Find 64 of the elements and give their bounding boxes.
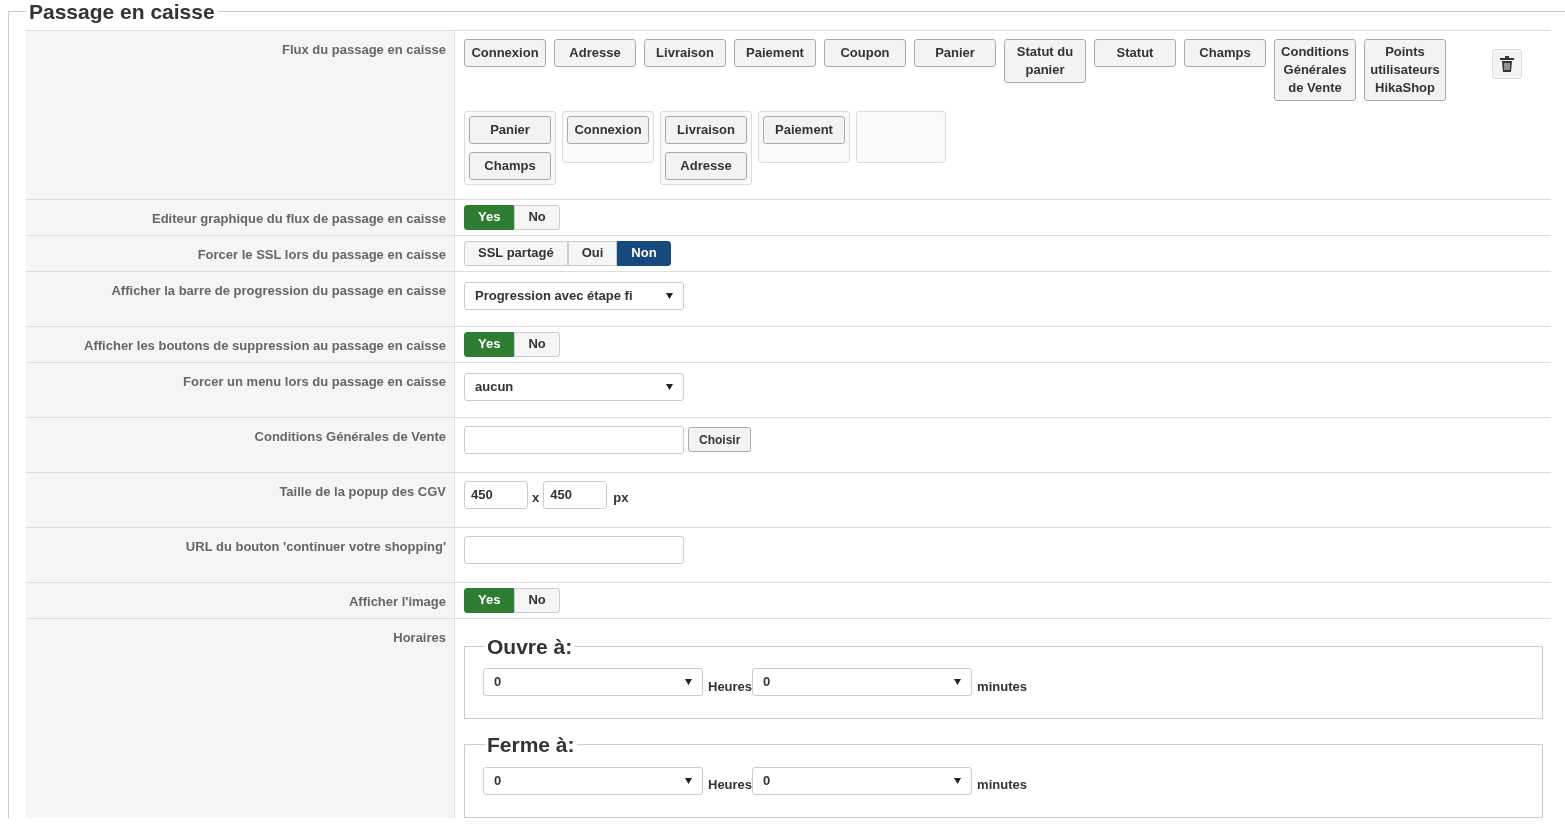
dropdown[interactable]: aucun [464,372,684,401]
caret-icon [685,679,692,685]
caret-icon [954,777,962,784]
flow-step-button[interactable]: Statut [1094,38,1176,67]
caret-icon [685,777,692,784]
fieldset-title: Ouvre à: [486,633,574,660]
setting-label: Taille de la popup des CGV [279,482,446,501]
dropdown[interactable]: 0 [752,668,973,696]
caret-icon [666,383,673,390]
height-field[interactable]: 450 [543,480,608,509]
input-field[interactable] [464,425,684,454]
hours-label: Heures [708,677,753,696]
toggle-option[interactable]: Non [617,240,671,266]
flow-step-button[interactable]: Panier [914,38,996,67]
flow-step-button[interactable]: Adresse [554,38,636,67]
setting-label: Afficher l'image [349,592,446,611]
flow-step-button[interactable]: Coupon [824,38,906,67]
flow-step-button[interactable]: Champs [469,151,551,180]
trash-icon[interactable] [1492,48,1522,79]
unit-text: px [613,488,629,507]
setting-label: Editeur graphique du flux de passage en caisse [151,209,446,228]
caret-icon [954,679,962,685]
toggle-option[interactable]: No [514,587,560,613]
toggle-option[interactable]: Yes [464,587,515,613]
width-field[interactable]: 450 [464,480,528,509]
setting-label: Flux du passage en caisse [281,40,446,59]
setting-label: Afficher les boutons de suppression au passage en caisse [84,336,446,355]
flow-step-button[interactable]: Points utilisateurs HikaShop [1364,38,1446,101]
flow-step-button[interactable]: Adresse [665,151,747,180]
caret-icon [666,292,673,299]
flow-step-button[interactable]: Paiement [763,115,845,144]
setting-label: Forcer le SSL lors du passage en caisse [197,245,446,264]
dropdown[interactable]: 0 [483,766,703,795]
hours-label: Heures [708,776,753,794]
setting-label: Forcer un menu lors du passage en caisse [183,372,446,391]
flow-step-button[interactable]: Statut du panier [1004,38,1086,83]
fieldset-title: Ferme à: [486,732,576,758]
flow-step-button[interactable]: Connexion [464,38,546,67]
setting-label: URL du bouton 'continuer votre shopping' [185,537,446,556]
minutes-label: minutes [977,677,1027,696]
dropdown[interactable]: 0 [752,766,973,795]
flow-step-button[interactable]: Conditions Générales de Vente [1274,38,1356,101]
section-title: Passage en caisse [28,0,216,25]
toggle-option[interactable]: No [514,204,560,230]
toggle-option[interactable]: SSL partagé [464,240,568,266]
flow-step-button[interactable]: Paiement [734,38,816,67]
flow-step-button[interactable]: Connexion [567,115,649,144]
setting-label: Afficher la barre de progression du passage en caisse [111,281,446,300]
flow-step-button[interactable]: Champs [1184,38,1266,67]
flow-step-button[interactable]: Livraison [665,115,747,144]
setting-label: Horaires [393,628,446,647]
dropdown[interactable]: Progression avec étape fi [464,281,684,310]
flow-step-button[interactable]: Livraison [644,38,726,67]
toggle-option[interactable]: Yes [464,331,515,357]
url-field[interactable] [464,535,684,564]
choose-button[interactable]: Choisir [688,427,752,452]
minutes-label: minutes [977,776,1027,794]
toggle-option[interactable]: No [514,331,560,357]
separator-text: x [532,488,540,507]
toggle-option[interactable]: Oui [567,240,618,266]
toggle-option[interactable]: Yes [464,204,515,230]
dropdown[interactable]: 0 [483,668,703,696]
setting-label: Conditions Générales de Vente [254,427,446,446]
flow-step-button[interactable]: Panier [469,115,551,144]
